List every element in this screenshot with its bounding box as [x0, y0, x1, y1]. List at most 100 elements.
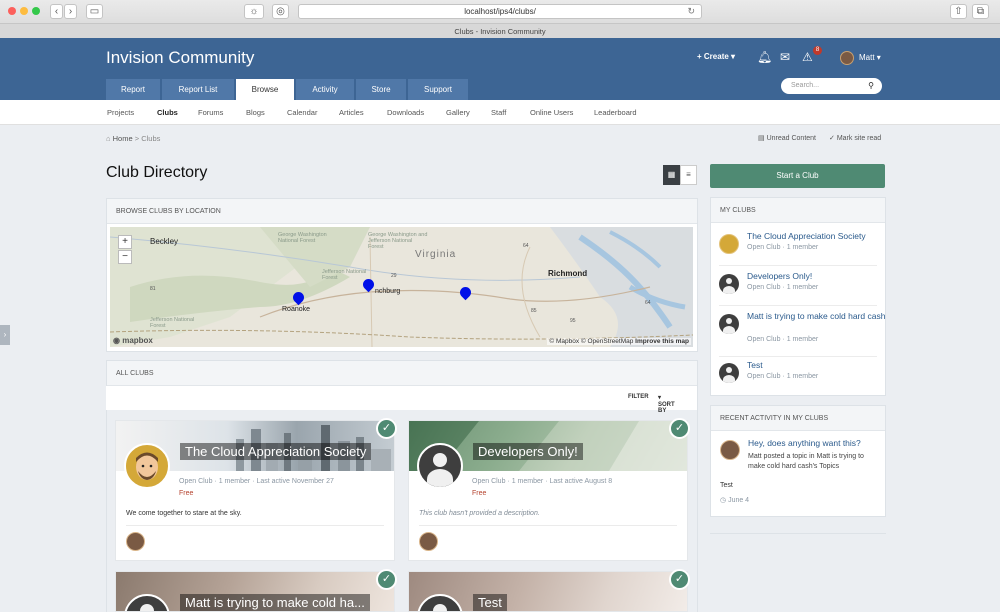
- club-member-count: 1 member: [786, 336, 819, 343]
- back-icon[interactable]: ‹: [50, 4, 63, 19]
- tabs-icon[interactable]: ⧉: [972, 4, 989, 19]
- club-name[interactable]: Matt is trying to make cold ha...: [180, 594, 370, 611]
- sort-by-button[interactable]: SORT BY ▾: [658, 394, 675, 414]
- breadcrumb-current: Clubs: [141, 134, 161, 143]
- club-member-count[interactable]: 1 member: [512, 478, 544, 485]
- activity-date: ◷ June 4: [720, 496, 749, 504]
- club-name[interactable]: The Cloud Appreciation Society: [180, 443, 372, 460]
- close-window-button[interactable]: [8, 7, 16, 15]
- poster-avatar[interactable]: [720, 440, 740, 460]
- club-card[interactable]: Developers Only! Open Club · 1 member · …: [408, 420, 688, 561]
- club-name[interactable]: Developers Only!: [473, 443, 583, 460]
- subnav-forums[interactable]: Forums: [198, 108, 223, 117]
- envelope-icon[interactable]: ✉: [780, 50, 790, 64]
- member-avatar[interactable]: [126, 532, 145, 551]
- brightness-icon[interactable]: ☼: [244, 4, 264, 19]
- meta-separator: ·: [782, 373, 785, 380]
- subnav-leaderboard[interactable]: Leaderboard: [594, 108, 637, 117]
- list-view-icon[interactable]: ≡: [680, 165, 697, 185]
- forward-icon[interactable]: ›: [64, 4, 77, 19]
- tab-store[interactable]: Store: [356, 79, 406, 100]
- club-meta: Open Club · 1 member · Last active Augus…: [472, 478, 612, 485]
- site-title[interactable]: Invision Community: [106, 48, 254, 68]
- subnav-downloads[interactable]: Downloads: [387, 108, 424, 117]
- route-64-a: 64: [523, 243, 529, 249]
- unread-content-link[interactable]: ▤ Unread Content: [758, 134, 816, 142]
- tab-activity[interactable]: Activity: [296, 79, 354, 100]
- my-club-name[interactable]: Developers Only!: [747, 271, 887, 282]
- improve-map-link[interactable]: Improve this map: [635, 338, 689, 345]
- subnav-online-users[interactable]: Online Users: [530, 108, 573, 117]
- recent-activity-panel: RECENT ACTIVITY IN MY CLUBS Hey, does an…: [710, 405, 886, 517]
- create-menu[interactable]: + Create ▾: [697, 52, 735, 61]
- clock-icon: ◷: [720, 497, 727, 504]
- zoom-in-button[interactable]: +: [118, 235, 132, 249]
- club-last-active: Last active November 27: [256, 478, 334, 485]
- map-label-forest-1: George Washington National Forest: [278, 232, 327, 244]
- subnav-blogs[interactable]: Blogs: [246, 108, 265, 117]
- notification-badge: 8: [813, 46, 822, 55]
- breadcrumb: ⌂ Home > Clubs: [106, 134, 160, 143]
- tab-title: Clubs - Invision Community: [0, 23, 1000, 38]
- club-member-count[interactable]: 1 member: [219, 478, 251, 485]
- meta-separator: ·: [252, 478, 255, 485]
- activity-title[interactable]: Hey, does anything want this?: [748, 438, 861, 448]
- mark-site-read-link[interactable]: ✓ Mark site read: [829, 134, 881, 142]
- side-drawer-toggle[interactable]: ›: [0, 325, 10, 345]
- mark-read-label: Mark site read: [836, 135, 882, 142]
- subnav-clubs[interactable]: Clubs: [157, 108, 178, 117]
- club-avatar-default-icon: [719, 274, 739, 294]
- unread-icon: ▤: [758, 135, 765, 142]
- search-input[interactable]: Search... ⚲: [781, 78, 882, 94]
- attribution-text[interactable]: © Mapbox © OpenStreetMap: [549, 338, 633, 345]
- club-name[interactable]: Test: [473, 594, 507, 611]
- map-attribution: © Mapbox © OpenStreetMap Improve this ma…: [547, 338, 691, 345]
- user-menu[interactable]: Matt ▾: [859, 53, 881, 62]
- subnav-articles[interactable]: Articles: [339, 108, 364, 117]
- club-avatar-default-icon: [417, 443, 463, 489]
- meta-separator: ·: [782, 244, 785, 251]
- clubs-map[interactable]: + − Beckley Virginia Richmond Roanoke nc…: [110, 227, 693, 347]
- member-avatar[interactable]: [419, 532, 438, 551]
- tab-browse[interactable]: Browse: [236, 79, 294, 101]
- club-card[interactable]: Test: [408, 571, 688, 612]
- zoom-out-button[interactable]: −: [118, 250, 132, 264]
- my-club-meta: Open Club · 1 member: [747, 244, 818, 251]
- my-club-name[interactable]: The Cloud Appreciation Society: [747, 231, 887, 242]
- route-95: 95: [570, 318, 576, 324]
- club-card[interactable]: The Cloud Appreciation Society Open Club…: [115, 420, 395, 561]
- subnav-staff[interactable]: Staff: [491, 108, 506, 117]
- minimize-window-button[interactable]: [20, 7, 28, 15]
- sidebar-divider: [710, 533, 886, 534]
- my-club-name[interactable]: Test: [747, 360, 887, 371]
- divider: [126, 525, 384, 526]
- user-avatar[interactable]: [840, 51, 854, 65]
- zoom-window-button[interactable]: [32, 7, 40, 15]
- warning-icon[interactable]: ⚠: [802, 50, 813, 64]
- breadcrumb-home[interactable]: Home: [113, 134, 133, 143]
- url-bar[interactable]: localhost/ips4/clubs/ ↻: [298, 4, 702, 19]
- club-card[interactable]: Matt is trying to make cold ha...: [115, 571, 395, 612]
- grid-view-icon[interactable]: ▦: [663, 165, 680, 185]
- bell-icon[interactable]: 🔔︎: [757, 50, 772, 64]
- search-icon[interactable]: ⚲: [868, 78, 874, 94]
- share-icon[interactable]: ⇧: [950, 4, 967, 19]
- tab-support[interactable]: Support: [408, 79, 468, 100]
- meta-separator: ·: [507, 478, 510, 485]
- tab-report-list[interactable]: Report List: [162, 79, 234, 100]
- subnav-gallery[interactable]: Gallery: [446, 108, 470, 117]
- meta-separator: ·: [782, 284, 785, 291]
- filter-button[interactable]: FILTER: [628, 394, 649, 400]
- extension-icon[interactable]: ◎: [272, 4, 289, 19]
- reload-icon[interactable]: ↻: [687, 5, 695, 18]
- my-club-name[interactable]: Matt is trying to make cold hard cash: [747, 311, 887, 322]
- subnav-projects[interactable]: Projects: [107, 108, 134, 117]
- home-icon: ⌂: [106, 134, 111, 143]
- tab-report[interactable]: Report: [106, 79, 160, 100]
- club-type: Open Club: [747, 373, 781, 380]
- start-club-button[interactable]: Start a Club: [710, 164, 885, 188]
- map-panel-heading: BROWSE CLUBS BY LOCATION: [107, 199, 697, 224]
- my-clubs-heading: MY CLUBS: [711, 198, 885, 223]
- subnav-calendar[interactable]: Calendar: [287, 108, 317, 117]
- sidebar-toggle-icon[interactable]: ▭: [86, 4, 103, 19]
